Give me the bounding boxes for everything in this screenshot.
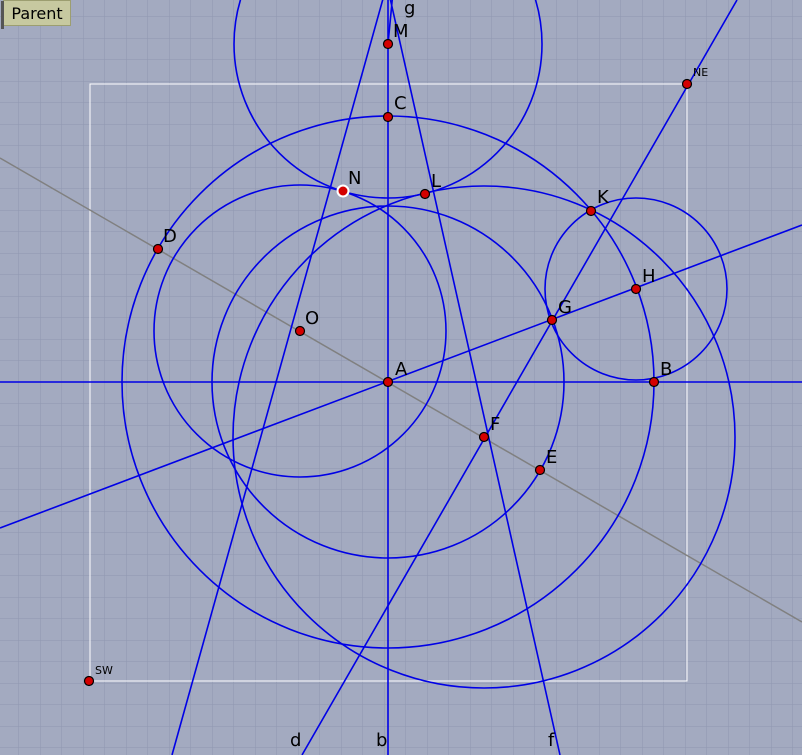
point-NE[interactable] [681, 78, 693, 90]
point-D[interactable] [152, 243, 164, 255]
label-M: M [393, 21, 409, 42]
point-H[interactable] [630, 283, 642, 295]
point-B[interactable] [648, 376, 660, 388]
point-G[interactable] [546, 314, 558, 326]
point-O[interactable] [294, 325, 306, 337]
point-L[interactable] [419, 188, 431, 200]
label-line-g: g [404, 0, 415, 19]
label-H: H [642, 266, 656, 287]
label-N: N [348, 168, 361, 189]
point-SW[interactable] [83, 675, 95, 687]
label-C: C [394, 93, 407, 114]
point-A[interactable] [382, 376, 394, 388]
parent-button[interactable]: Parent [1, 0, 71, 29]
point-F[interactable] [478, 431, 490, 443]
geometry-canvas[interactable]: A B C D E F G H K L M N O NE SW g d b f [0, 0, 802, 755]
point-K[interactable] [585, 205, 597, 217]
label-L: L [431, 171, 441, 192]
point-N-selected[interactable] [336, 184, 350, 198]
label-G: G [558, 297, 572, 318]
label-K: K [597, 187, 610, 208]
label-B: B [660, 359, 672, 380]
label-line-f: f [548, 730, 555, 751]
label-line-d: d [290, 730, 301, 751]
point-E[interactable] [534, 464, 546, 476]
label-E: E [546, 447, 557, 468]
label-O: O [305, 308, 319, 329]
label-A: A [395, 359, 408, 380]
label-F: F [490, 414, 500, 435]
point-C[interactable] [382, 111, 394, 123]
label-SW: SW [95, 664, 113, 677]
point-M[interactable] [382, 38, 394, 50]
label-line-b: b [376, 730, 387, 751]
label-NE: NE [693, 66, 708, 79]
label-D: D [163, 226, 177, 247]
